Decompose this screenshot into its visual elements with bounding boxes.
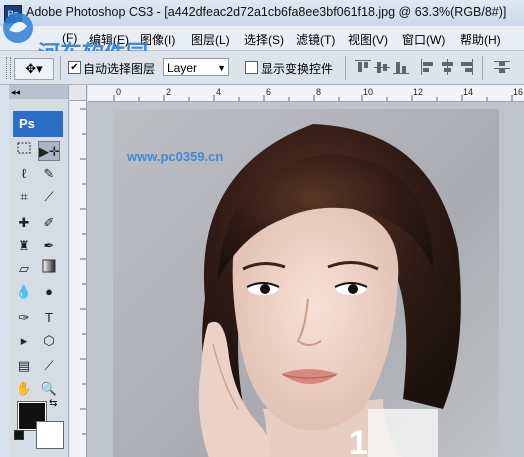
vertical-ruler (70, 101, 87, 457)
dodge-tool-icon[interactable]: ● (38, 282, 60, 302)
menu-select[interactable]: 选择(S) (244, 31, 284, 48)
crop-tool-icon[interactable]: ⌗ (13, 187, 35, 207)
zoom-tool-icon[interactable]: 🔍 (38, 379, 60, 399)
swap-colors-icon[interactable]: ⇆ (49, 398, 57, 409)
brush-tool-icon[interactable]: ✐ (38, 213, 60, 233)
svg-text:1: 1 (349, 424, 368, 457)
portrait-photo: 1 www.pc0359.cn (113, 109, 499, 457)
watermark-url: www.pc0359.cn (127, 149, 224, 164)
menu-view[interactable]: 视图(V) (348, 31, 388, 48)
align-top-icon[interactable] (355, 59, 371, 75)
slice-tool-icon[interactable]: ⟋ (38, 187, 60, 207)
auto-select-target-dropdown[interactable]: Layer ▼ (163, 58, 229, 76)
horizontal-ruler: 0 2 4 6 8 10 12 14 16 (88, 85, 524, 102)
history-brush-tool-icon[interactable]: ✒ (38, 236, 60, 256)
move-tool-icon[interactable]: ▶✛ (38, 141, 60, 161)
background-color-swatch[interactable] (36, 421, 64, 449)
document-canvas[interactable]: 1 www.pc0359.cn (87, 102, 524, 457)
ps-badge: Ps (13, 111, 63, 137)
separator (482, 56, 483, 80)
hand-tool-icon[interactable]: ✋ (13, 379, 35, 399)
ruler-origin-corner[interactable] (70, 85, 87, 101)
blur-tool-icon[interactable]: 💧 (13, 282, 35, 302)
watermark-logo (0, 10, 36, 46)
eyedropper-tool-icon[interactable]: ⟋ (38, 356, 60, 376)
separator (60, 56, 61, 80)
show-transform-checkbox[interactable] (245, 61, 258, 74)
align-right-icon[interactable] (458, 59, 474, 75)
shape-tool-icon[interactable]: ⬡ (38, 331, 60, 351)
window-title: Adobe Photoshop CS3 - [a442dfeac2d72a1cb… (26, 5, 507, 19)
default-colors-icon[interactable] (14, 430, 24, 440)
align-bottom-icon[interactable] (393, 59, 409, 75)
dropdown-value: Layer (167, 61, 198, 75)
path-selection-tool-icon[interactable]: ▸ (13, 331, 35, 351)
auto-select-checkbox[interactable]: ✔ (68, 61, 81, 74)
marquee-tool-icon[interactable] (13, 141, 35, 161)
separator (345, 56, 346, 80)
quick-selection-tool-icon[interactable]: ✎ (38, 164, 60, 184)
menu-help[interactable]: 帮助(H) (460, 31, 501, 48)
auto-select-label: 自动选择图层 (83, 62, 156, 76)
tools-panel: ◂◂ Ps ▶✛ ℓ ✎ ⌗ ⟋ ✚ ✐ ♜ ✒ ▱ 💧 ● ✑ T ▸ ⬡ ▤… (9, 85, 69, 457)
pen-tool-icon[interactable]: ✑ (13, 308, 35, 328)
move-tool-preset-icon[interactable]: ✥▾ (14, 58, 54, 80)
menu-filter[interactable]: 滤镜(T) (296, 31, 335, 48)
type-tool-icon[interactable]: T (38, 308, 60, 328)
menu-layer[interactable]: 图层(L) (191, 31, 230, 48)
chevron-down-icon: ▼ (217, 63, 226, 73)
options-bar: ✥▾ ✔ 自动选择图层 Layer ▼ 显示变换控件 (0, 51, 524, 85)
show-transform-label: 显示变换控件 (261, 62, 334, 76)
menu-window[interactable]: 窗口(W) (402, 31, 445, 48)
clone-stamp-tool-icon[interactable]: ♜ (13, 236, 35, 256)
gradient-tool-icon[interactable] (38, 259, 60, 279)
align-left-icon[interactable] (420, 59, 436, 75)
lasso-tool-icon[interactable]: ℓ (13, 164, 35, 184)
align-vertical-center-icon[interactable] (374, 59, 390, 75)
title-bar: Ps Adobe Photoshop CS3 - [a442dfeac2d72a… (0, 0, 524, 27)
tools-panel-header[interactable]: ◂◂ (9, 85, 68, 99)
notes-tool-icon[interactable]: ▤ (13, 356, 35, 376)
options-grip (6, 57, 11, 79)
align-horizontal-center-icon[interactable] (439, 59, 455, 75)
eraser-tool-icon[interactable]: ▱ (13, 259, 35, 279)
healing-brush-tool-icon[interactable]: ✚ (13, 213, 35, 233)
distribute-top-icon[interactable] (494, 59, 510, 75)
